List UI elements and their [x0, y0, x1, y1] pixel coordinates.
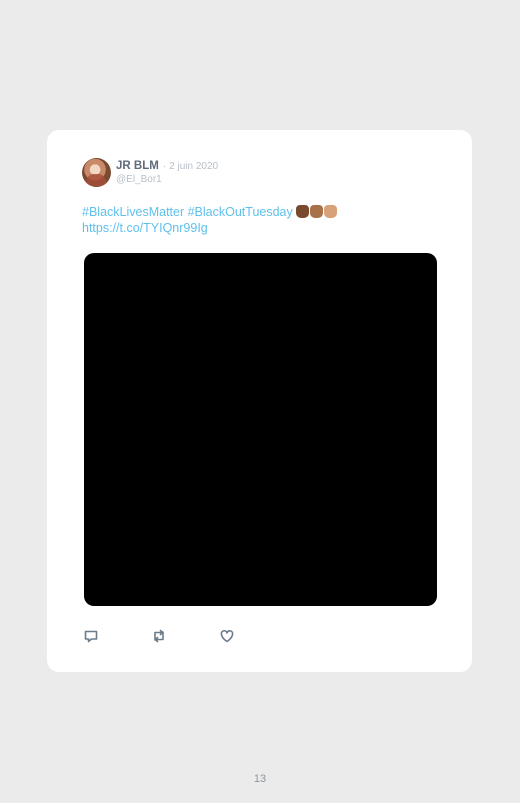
- author-row: JR BLM · 2 juin 2020: [116, 160, 218, 173]
- reply-button[interactable]: [82, 627, 100, 645]
- retweet-button[interactable]: [150, 627, 168, 645]
- reply-icon: [84, 630, 98, 643]
- separator: ·: [162, 160, 167, 172]
- raised-fist-dark-icon: [295, 205, 309, 218]
- avatar[interactable]: [82, 158, 111, 187]
- tweet-text-line-1: #BlackLivesMatter #BlackOutTuesday: [82, 204, 442, 220]
- hashtag-blacklivesmatter[interactable]: #BlackLivesMatter: [82, 205, 184, 219]
- like-button[interactable]: [218, 627, 236, 645]
- raised-fists-emoji: [295, 205, 337, 218]
- display-name[interactable]: JR BLM: [116, 160, 159, 173]
- raised-fist-light-icon: [323, 205, 337, 218]
- like-icon: [220, 630, 234, 643]
- hashtag-blackouttuesday[interactable]: #BlackOutTuesday: [188, 205, 293, 219]
- user-handle[interactable]: @El_Bor1: [116, 173, 218, 186]
- tweet-text: #BlackLivesMatter #BlackOutTuesday https…: [82, 204, 442, 236]
- tweet-link[interactable]: https://t.co/TYIQnr99Ig: [82, 221, 208, 235]
- tweet-date[interactable]: 2 juin 2020: [169, 160, 218, 173]
- raised-fist-medium-icon: [309, 205, 323, 218]
- tweet-text-line-2: https://t.co/TYIQnr99Ig: [82, 220, 442, 236]
- page-number: 13: [253, 773, 267, 785]
- author-info: JR BLM · 2 juin 2020 @El_Bor1: [116, 160, 218, 186]
- tweet-actions: [82, 627, 236, 645]
- tweet-card: JR BLM · 2 juin 2020 @El_Bor1 #BlackLive…: [47, 130, 472, 672]
- tweet-media-image[interactable]: [84, 253, 437, 606]
- tweet-header: JR BLM · 2 juin 2020 @El_Bor1: [82, 158, 218, 187]
- retweet-icon: [154, 629, 164, 643]
